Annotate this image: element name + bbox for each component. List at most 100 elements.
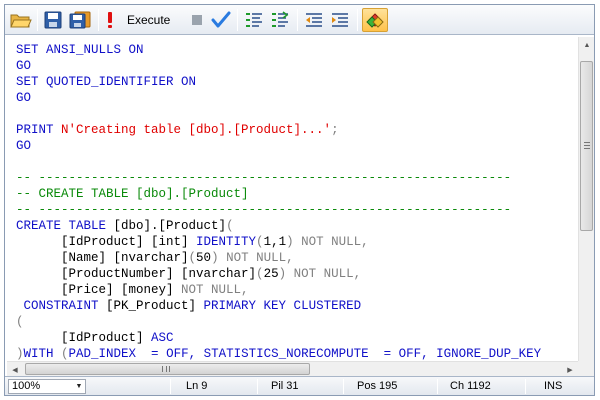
zoom-select[interactable]: 100% ▼ [8, 379, 86, 394]
grip-icon [162, 366, 170, 372]
checkmark-icon [211, 11, 231, 28]
folder-open-icon [10, 14, 32, 28]
status-char: Ch 1192 [450, 380, 491, 392]
code-token: ( [16, 315, 24, 329]
code-token: ) NOT NULL, [286, 235, 369, 249]
code-token: -- -------------------------------------… [16, 171, 512, 185]
scroll-corner [578, 361, 594, 376]
arrow-left-icon: ◀ [12, 366, 18, 374]
code-token: ( [256, 235, 264, 249]
code-line: -- CREATE TABLE [dbo].[Product] [16, 186, 249, 202]
results-pane-icon [366, 13, 384, 28]
code-line: -- -------------------------------------… [16, 170, 511, 186]
code-line: [IdProduct] ASC [16, 330, 174, 346]
code-token: ASC [151, 331, 174, 345]
code-token: CREATE TABLE [16, 219, 114, 233]
status-bar: 100% ▼ Ln 9 Pil 31 Pos 195 Ch 1192 INS [5, 376, 594, 395]
increase-indent-button[interactable] [328, 8, 352, 32]
code-line: GO [16, 138, 31, 154]
code-token: SET QUOTED_IDENTIFIER ON [16, 75, 197, 89]
status-line: Ln 9 [186, 380, 208, 392]
horizontal-scrollbar[interactable]: ◀ ▶ [7, 361, 578, 376]
code-line: PRINT N'Creating table [dbo].[Product]..… [16, 122, 339, 138]
scroll-right-button[interactable]: ▶ [562, 362, 578, 377]
code-token: [IdProduct] [16, 331, 152, 345]
toolbar: Execute [5, 5, 594, 35]
code-token: ) NOT NULL, [211, 251, 294, 265]
uncomment-lines-icon [272, 11, 289, 27]
arrow-up-icon: ▲ [583, 42, 591, 49]
code-token: CONSTRAINT [16, 299, 107, 313]
code-line: [Price] [money] NOT NULL, [16, 282, 249, 298]
code-line: CREATE TABLE [dbo].[Product]( [16, 218, 234, 234]
code-token: IDENTITY [196, 235, 257, 249]
code-token: ( [188, 251, 197, 265]
code-token: 1,1 [263, 235, 287, 249]
code-token: -- CREATE TABLE [dbo].[Product] [16, 187, 249, 201]
horizontal-scroll-thumb[interactable] [25, 363, 310, 375]
code-token: ; [331, 123, 339, 137]
code-token: GO [16, 139, 32, 153]
status-insert-mode: INS [544, 380, 563, 392]
code-token: N'Creating table [dbo].[Product]...' [61, 123, 332, 137]
code-token: [dbo].[Product] [113, 219, 227, 233]
save-all-button[interactable] [67, 8, 93, 32]
save-button[interactable] [41, 8, 65, 32]
stop-button[interactable] [188, 8, 206, 32]
code-token: ( [226, 219, 234, 233]
execute-button[interactable]: Execute [103, 8, 185, 32]
code-line: )WITH (PAD_INDEX = OFF, STATISTICS_NOREC… [16, 346, 541, 361]
results-pane-button[interactable] [362, 8, 388, 32]
code-token: GO [16, 91, 32, 105]
code-line: -- -------------------------------------… [16, 202, 511, 218]
open-button[interactable] [8, 8, 34, 32]
uncomment-button[interactable] [268, 8, 292, 32]
code-editor[interactable]: SET ANSI_NULLS ON GO SET QUOTED_IDENTIFIER… [7, 37, 578, 361]
code-token: PRINT [16, 123, 62, 137]
grip-icon [584, 142, 590, 149]
decrease-indent-button[interactable] [302, 8, 326, 32]
zoom-value: 100% [12, 380, 41, 392]
code-token: 50 [196, 251, 212, 265]
code-line: [Name] [nvarchar](50) NOT NULL, [16, 250, 294, 266]
code-token: [Name] [nvarchar] [16, 251, 189, 265]
vertical-scroll-thumb[interactable] [580, 61, 593, 231]
save-all-icon [69, 11, 91, 29]
code-line: ( [16, 314, 24, 330]
code-token: [Price] [money] [16, 283, 182, 297]
scroll-left-button[interactable]: ◀ [7, 362, 23, 377]
code-token: ) [16, 347, 24, 361]
code-line: GO [16, 90, 31, 106]
parse-button[interactable] [210, 8, 232, 32]
code-line: CONSTRAINT [PK_Product] PRIMARY KEY CLUS… [16, 298, 362, 314]
sql-editor-window: Execute SET ANSI_NULLS ON GO SET QUOTED_… [4, 4, 595, 396]
increase-indent-icon [332, 13, 348, 27]
code-token: ( [256, 267, 264, 281]
chevron-down-icon[interactable]: ▼ [73, 380, 85, 393]
code-token: ) NOT NULL, [278, 267, 362, 281]
code-line: SET QUOTED_IDENTIFIER ON [16, 74, 196, 90]
arrow-right-icon: ▶ [567, 366, 573, 374]
code-token: -- -------------------------------------… [16, 203, 512, 217]
code-token: PRIMARY KEY CLUSTERED [203, 299, 362, 313]
code-token: [PK_Product] [106, 299, 204, 313]
code-token: ( [61, 347, 69, 361]
execute-label: Execute [127, 13, 171, 27]
exclamation-icon [108, 12, 112, 28]
code-line: [ProductNumber] [nvarchar](25) NOT NULL, [16, 266, 361, 282]
vertical-scrollbar[interactable]: ▲ [578, 37, 594, 361]
comment-lines-icon [246, 13, 262, 27]
comment-button[interactable] [242, 8, 266, 32]
scroll-up-button[interactable]: ▲ [579, 37, 594, 54]
save-icon [44, 11, 62, 29]
code-token: WITH [23, 347, 62, 361]
code-token: PAD_INDEX = OFF, STATISTICS_NORECOMPUTE … [68, 347, 542, 361]
code-token: SET ANSI_NULLS ON [16, 43, 144, 57]
code-line: [IdProduct] [int] IDENTITY(1,1) NOT NULL… [16, 234, 369, 250]
code-token: 25 [263, 267, 279, 281]
code-token: [ProductNumber] [nvarchar] [16, 267, 257, 281]
decrease-indent-icon [306, 13, 322, 27]
code-token: GO [16, 59, 32, 73]
code-line: SET ANSI_NULLS ON [16, 42, 144, 58]
code-line: GO [16, 58, 31, 74]
